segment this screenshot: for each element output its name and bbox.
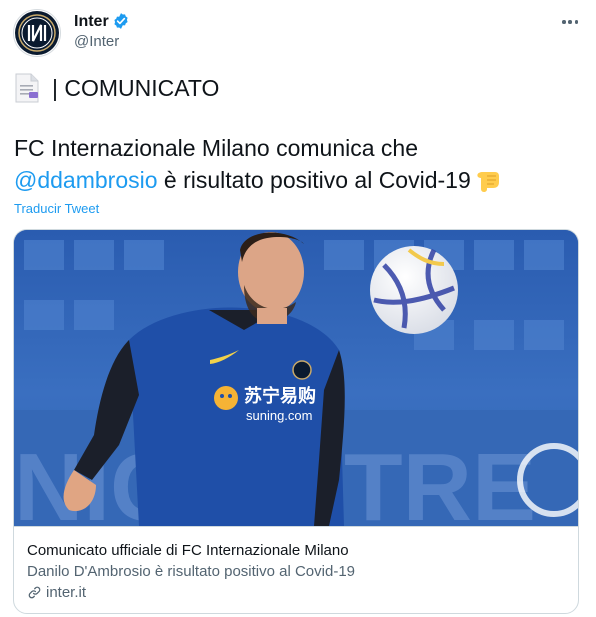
- backhand-index-pointing-down-icon: [477, 172, 499, 192]
- tweet-line-2: FC Internazionale Milano comunica che: [14, 135, 418, 161]
- card-title: Comunicato ufficiale di FC Internazional…: [27, 542, 349, 559]
- avatar[interactable]: [13, 9, 61, 57]
- inter-logo-icon: [15, 11, 59, 55]
- card-description: Danilo D'Ambrosio è risultato positivo a…: [27, 563, 356, 580]
- user-handle[interactable]: @Inter: [74, 33, 119, 51]
- card-domain-text: inter.it: [46, 584, 87, 601]
- tweet-line-3-text: è risultato positivo al Covid-19: [157, 167, 471, 193]
- player-photo-illustration: NIC TRE 苏宁易购 suning.com: [14, 230, 578, 526]
- verified-badge-icon: [114, 13, 128, 29]
- display-name[interactable]: Inter: [74, 12, 109, 32]
- tweet[interactable]: Inter @Inter | COMUNICATO FC Internazion…: [0, 0, 596, 617]
- more-options-icon[interactable]: [559, 12, 581, 32]
- translate-tweet-link[interactable]: Traducir Tweet: [14, 200, 99, 217]
- sponsor-domain-text: suning.com: [246, 408, 312, 423]
- tweet-line-3: @ddambrosio è risultato positivo al Covi…: [14, 164, 584, 196]
- tweet-heading: | COMUNICATO: [52, 75, 220, 101]
- card-domain: inter.it: [27, 583, 86, 602]
- tweet-line-1: | COMUNICATO: [14, 72, 219, 104]
- card-info[interactable]: Comunicato ufficiale di FC Internazional…: [14, 526, 578, 613]
- mention-link[interactable]: @ddambrosio: [14, 167, 158, 193]
- svg-text:TRE: TRE: [344, 434, 536, 526]
- sponsor-chinese-text: 苏宁易购: [244, 385, 316, 407]
- page-facing-up-icon: [15, 73, 39, 103]
- link-card[interactable]: NIC TRE 苏宁易购 suning.com Comunicato uffic…: [13, 229, 579, 614]
- link-icon: [28, 586, 41, 599]
- card-photo[interactable]: NIC TRE 苏宁易购 suning.com: [14, 230, 578, 526]
